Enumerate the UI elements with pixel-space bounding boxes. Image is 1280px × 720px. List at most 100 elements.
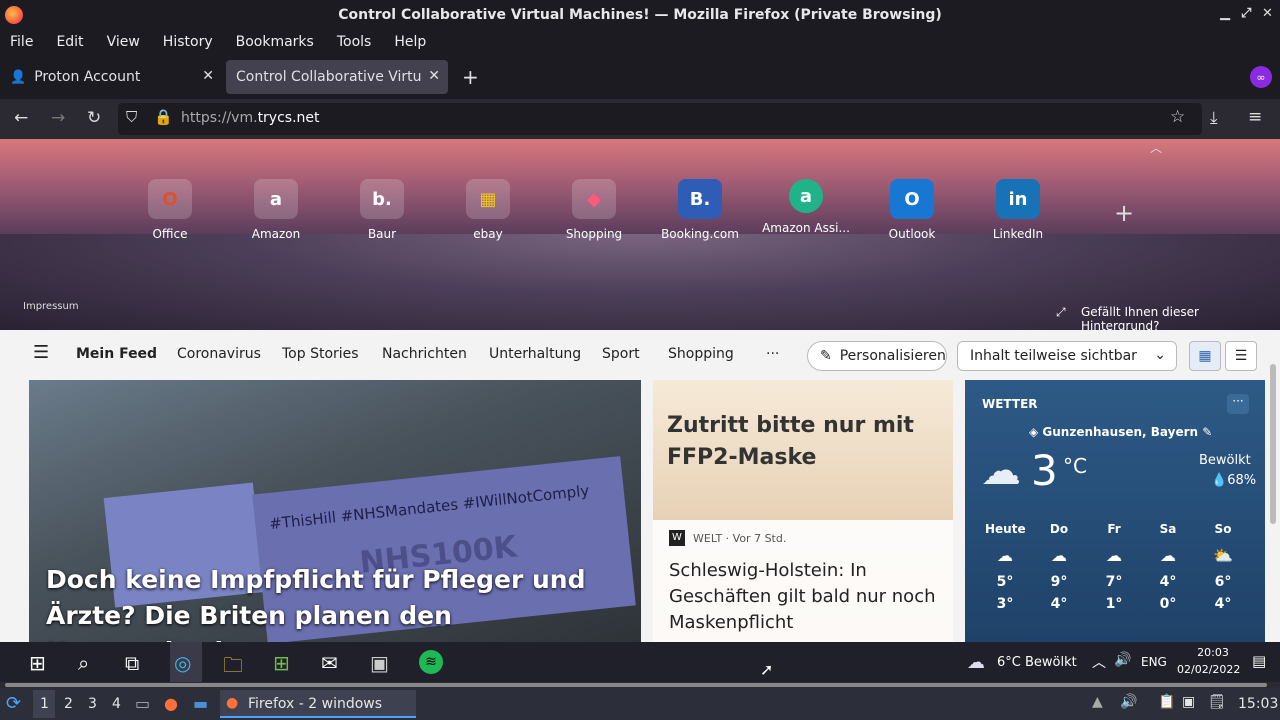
windows-start-icon[interactable]: ⊞ [29, 651, 46, 675]
collapse-chevron-icon[interactable]: ︿ [1150, 139, 1162, 156]
hamburger-icon[interactable]: ☰ [33, 342, 49, 363]
tab-control-collaborative[interactable]: Control Collaborative Virtual ✕ [226, 60, 448, 94]
tray-update-icon[interactable]: ▲ [1092, 694, 1103, 710]
weather-widget[interactable]: WETTER ··· ◈ Gunzenhausen, Bayern ✎ ☁ 3 … [965, 380, 1265, 642]
menu-file[interactable]: File [10, 34, 33, 50]
tray-chevron-up-icon[interactable]: ︿ [1092, 652, 1106, 672]
feed-tab-sport[interactable]: Sport [602, 346, 640, 362]
back-icon[interactable]: ← [14, 108, 28, 128]
forecast-day[interactable]: Sa ☁ 4° 0° [1148, 522, 1188, 615]
lock-icon[interactable]: 🔒 [154, 108, 173, 126]
menu-edit[interactable]: Edit [56, 34, 83, 50]
volume-icon[interactable]: 🔊 [1114, 652, 1131, 668]
clipboard-icon[interactable]: 📋 [1158, 694, 1175, 710]
menu-tools[interactable]: Tools [337, 34, 372, 50]
maximize-icon[interactable]: ⤢ [1241, 6, 1251, 21]
close-tab-icon[interactable]: ✕ [428, 68, 440, 84]
edge-browser-icon[interactable]: ◎ [174, 651, 191, 675]
personalize-button[interactable]: ✎ Personalisieren [807, 341, 947, 371]
background-feedback-link[interactable]: Gefällt Ihnen dieser Hintergrund? [1081, 305, 1280, 333]
app-menu-icon[interactable]: ≡ [1248, 107, 1262, 127]
vm-clock-date[interactable]: 02/02/2022 [1177, 663, 1240, 676]
tile-amazon-assistant[interactable]: a Amazon Assi... [761, 179, 851, 235]
tile-booking[interactable]: B. Booking.com [655, 179, 745, 241]
impressum-link[interactable]: Impressum [23, 301, 79, 312]
grid-layout-icon[interactable]: ▦ [1189, 341, 1221, 371]
news-headline[interactable]: Schleswig-Holstein: In Geschäften gilt b… [669, 558, 937, 636]
new-tab-button[interactable]: + [452, 60, 488, 94]
spotify-icon[interactable]: ≋ [419, 650, 443, 674]
tile-outlook[interactable]: O Outlook [867, 179, 957, 241]
tile-linkedin[interactable]: in LinkedIn [973, 179, 1063, 241]
files-icon[interactable]: ▭ [135, 694, 150, 713]
bookmark-star-icon[interactable]: ☆ [1170, 107, 1185, 127]
list-layout-icon[interactable]: ☰ [1225, 341, 1257, 371]
downloads-icon[interactable]: ⤓ [1210, 108, 1218, 128]
remote-desktop-icon[interactable]: ▣ [370, 651, 389, 675]
tile-office[interactable]: O Office [125, 179, 215, 241]
display-icon[interactable]: ▣ [1182, 694, 1195, 710]
notes-icon[interactable]: 🗒 [1208, 694, 1226, 710]
workspace-4[interactable]: 4 [112, 696, 121, 712]
feed-tab-nachrichten[interactable]: Nachrichten [382, 346, 467, 362]
firefox-launcher-icon[interactable]: ● [164, 694, 178, 713]
visibility-dropdown[interactable]: Inhalt teilweise sichtbar ⌄ [957, 341, 1177, 371]
forecast-day[interactable]: Fr ☁ 7° 1° [1094, 522, 1134, 615]
expand-icon[interactable]: ⤢ [1056, 305, 1066, 320]
vm-clock-time[interactable]: 20:03 [1191, 646, 1235, 659]
news-card-main[interactable]: #ThisHill #NHSMandates #IWillNotComply N… [29, 380, 641, 642]
location-label[interactable]: ◈ Gunzenhausen, Bayern ✎ [1029, 425, 1212, 439]
panel-clock[interactable]: 15:03 [1238, 696, 1278, 712]
file-explorer-icon[interactable]: 🗀 [223, 651, 243, 685]
news-headline[interactable]: Doch keine Impfpflicht für Pfleger und Ä… [46, 562, 636, 642]
taskbar-window-button[interactable]: ● Firefox - 2 windows [220, 690, 416, 718]
window-icon[interactable]: ▬ [193, 694, 208, 713]
forecast-day[interactable]: Heute ☁ 5° 3° [985, 522, 1026, 615]
close-tab-icon[interactable]: ✕ [202, 68, 214, 84]
forecast-day[interactable]: So ⛅ 6° 4° [1203, 522, 1243, 615]
more-icon[interactable]: ··· [766, 346, 779, 362]
mail-icon[interactable]: ✉ [321, 651, 338, 675]
feed-tab-coronavirus[interactable]: Coronavirus [177, 346, 261, 362]
tracking-shield-icon[interactable]: ⛉ [126, 108, 137, 126]
menu-history[interactable]: History [163, 34, 213, 50]
tab-proton-account[interactable]: 👤 Proton Account ✕ [0, 60, 222, 94]
close-window-icon[interactable]: ✕ [1262, 6, 1273, 21]
menu-help[interactable]: Help [394, 34, 426, 50]
feed-tab-shopping[interactable]: Shopping [668, 346, 734, 362]
volume-icon[interactable]: 🔊 [1120, 694, 1137, 710]
news-source: WELT · Vor 7 Std. [693, 531, 787, 545]
scroll-thumb[interactable] [5, 683, 1267, 687]
workspace-1[interactable]: 1 [40, 696, 49, 712]
feed-tab-unterhaltung[interactable]: Unterhaltung [489, 346, 581, 362]
workspace-3[interactable]: 3 [88, 696, 97, 712]
edit-location-icon[interactable]: ✎ [1202, 425, 1212, 439]
store-icon[interactable]: ⊞ [273, 651, 290, 675]
tile-amazon[interactable]: a Amazon [231, 179, 321, 241]
menu-view[interactable]: View [107, 34, 140, 50]
add-tile-icon[interactable]: + [1114, 199, 1134, 227]
language-indicator[interactable]: ENG [1141, 655, 1167, 669]
page-scrollbar[interactable] [1270, 364, 1276, 524]
url-text[interactable]: https://vm.trycs.net [181, 110, 320, 126]
menu-bookmarks[interactable]: Bookmarks [236, 34, 314, 50]
page-content: ︿ O Office a Amazon b. Baur ▦ ebay ◆ Sho… [0, 139, 1280, 642]
distro-menu-icon[interactable]: ⟳ [6, 693, 21, 714]
news-card-secondary[interactable]: Zutritt bitte nur mit FFP2-Maske W WELT … [653, 380, 953, 642]
minimize-icon[interactable]: ▁ [1220, 6, 1230, 21]
search-icon[interactable]: ⌕ [78, 651, 89, 675]
feed-tab-mein-feed[interactable]: Mein Feed [76, 346, 157, 362]
more-options-icon[interactable]: ··· [1227, 394, 1249, 414]
tile-shopping[interactable]: ◆ Shopping [549, 179, 639, 241]
taskbar-weather[interactable]: 6°C Bewölkt [997, 655, 1077, 670]
task-view-icon[interactable]: ⧉ [125, 651, 139, 675]
tile-ebay[interactable]: ▦ ebay [443, 179, 533, 241]
url-bar[interactable]: ⛉ 🔒 https://vm.trycs.net ☆ [118, 103, 1202, 135]
forward-icon[interactable]: → [51, 108, 65, 128]
forecast-day[interactable]: Do ☁ 9° 4° [1039, 522, 1079, 615]
reload-icon[interactable]: ↻ [87, 108, 101, 128]
tile-baur[interactable]: b. Baur [337, 179, 427, 241]
feed-tab-top-stories[interactable]: Top Stories [282, 346, 359, 362]
workspace-2[interactable]: 2 [64, 696, 73, 712]
notifications-icon[interactable]: ▤ [1252, 652, 1266, 670]
